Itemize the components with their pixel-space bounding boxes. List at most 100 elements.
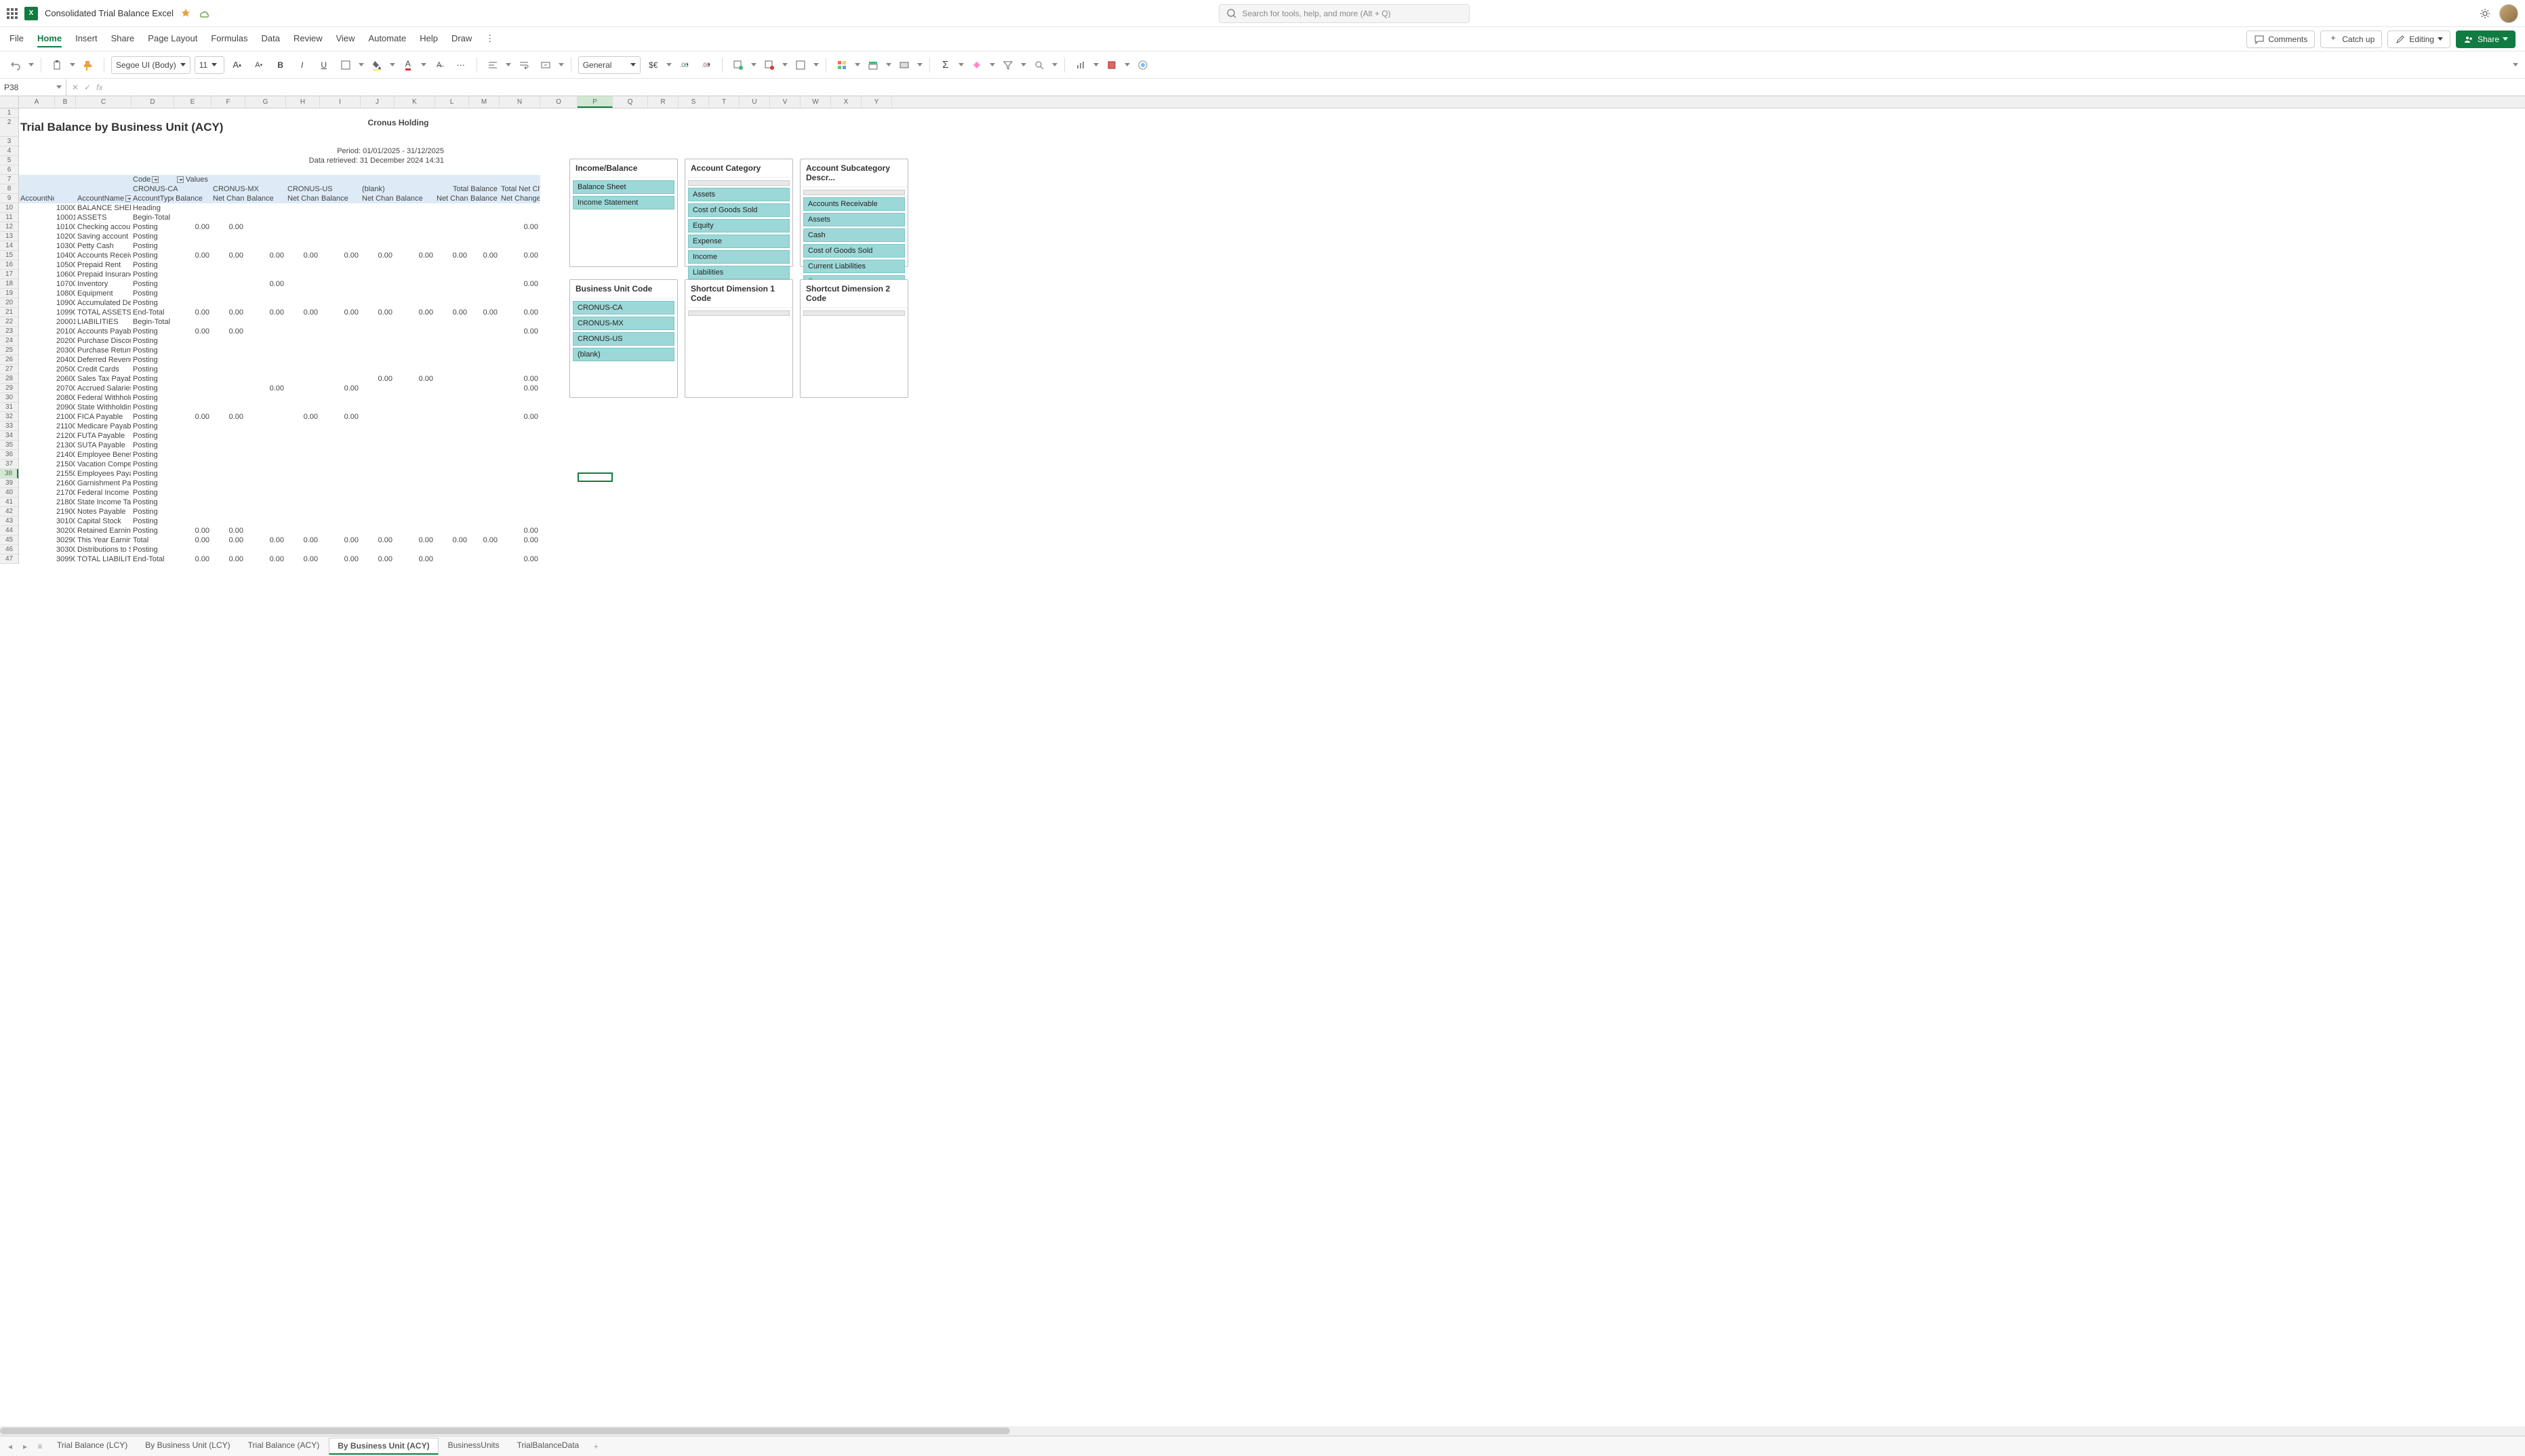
data-cell[interactable]: 0.00 xyxy=(211,526,245,535)
bu-blank[interactable]: (blank) xyxy=(361,184,435,194)
chevron-down-icon[interactable] xyxy=(855,63,860,66)
row-header[interactable]: 6 xyxy=(0,165,18,175)
data-cell[interactable] xyxy=(435,422,469,431)
data-cell[interactable] xyxy=(361,441,395,450)
data-cell[interactable] xyxy=(174,270,211,279)
row-header[interactable]: 17 xyxy=(0,270,18,279)
column-header[interactable]: A xyxy=(19,96,55,108)
data-cell[interactable] xyxy=(435,460,469,469)
data-cell[interactable]: 0.00 xyxy=(320,308,361,317)
data-cell[interactable] xyxy=(286,241,320,251)
slicer-item[interactable]: Cost of Goods Sold xyxy=(688,203,790,217)
data-cell[interactable] xyxy=(211,279,245,289)
data-cell[interactable] xyxy=(361,279,395,289)
cell[interactable] xyxy=(19,213,55,222)
acct-name[interactable]: Petty Cash xyxy=(76,241,132,251)
find-button[interactable] xyxy=(1030,56,1048,74)
data-cell[interactable] xyxy=(435,336,469,346)
row-header[interactable]: 12 xyxy=(0,222,18,232)
data-cell[interactable] xyxy=(320,298,361,308)
acct-name[interactable]: Accounts Payable xyxy=(76,327,132,336)
data-cell[interactable] xyxy=(174,545,211,554)
data-cell[interactable] xyxy=(320,222,361,232)
increase-decimal-button[interactable]: .00 xyxy=(676,56,693,74)
slicer-item[interactable]: Income Statement xyxy=(573,196,674,209)
acct-no[interactable]: 20900 xyxy=(55,403,76,412)
row-header[interactable]: 42 xyxy=(0,507,18,517)
acct-name[interactable]: Federal Income Tax xyxy=(76,488,132,498)
data-cell[interactable] xyxy=(361,498,395,507)
cell[interactable] xyxy=(19,441,55,450)
acct-no[interactable]: 10300 xyxy=(55,241,76,251)
data-cell[interactable] xyxy=(435,260,469,270)
data-cell[interactable] xyxy=(286,365,320,374)
acct-type[interactable]: End-Total xyxy=(132,554,174,564)
data-cell[interactable]: 0.00 xyxy=(435,535,469,545)
data-cell[interactable]: 0.00 xyxy=(435,251,469,260)
data-cell[interactable] xyxy=(286,384,320,393)
acct-name[interactable]: Saving account xyxy=(76,232,132,241)
data-cell[interactable] xyxy=(395,450,435,460)
data-cell[interactable] xyxy=(500,355,540,365)
data-cell[interactable]: 0.00 xyxy=(395,308,435,317)
data-cell[interactable] xyxy=(500,403,540,412)
slicer-item[interactable]: Liabilities xyxy=(688,266,790,279)
data-cell[interactable] xyxy=(245,441,286,450)
chevron-down-icon[interactable] xyxy=(559,63,564,66)
acct-type[interactable]: Posting xyxy=(132,479,174,488)
row-header[interactable]: 2 xyxy=(0,118,18,137)
data-cell[interactable] xyxy=(500,517,540,526)
chevron-down-icon[interactable] xyxy=(958,63,964,66)
autosum-button[interactable]: Σ xyxy=(937,56,954,74)
data-cell[interactable]: 0.00 xyxy=(174,308,211,317)
data-cell[interactable] xyxy=(211,450,245,460)
col-balance[interactable]: Balance xyxy=(245,194,286,203)
data-cell[interactable] xyxy=(211,431,245,441)
data-cell[interactable]: 0.00 xyxy=(500,279,540,289)
add-sheet-button[interactable]: + xyxy=(590,1440,602,1453)
clear-format-button[interactable]: A̶ xyxy=(430,56,448,74)
row-header[interactable]: 47 xyxy=(0,554,18,564)
acct-name[interactable]: Prepaid Insurance xyxy=(76,270,132,279)
ribbon-collapse-icon[interactable] xyxy=(2513,63,2518,66)
data-cell[interactable] xyxy=(469,270,500,279)
acct-no[interactable]: 21550 xyxy=(55,469,76,479)
data-cell[interactable] xyxy=(361,422,395,431)
acct-no[interactable]: 21900 xyxy=(55,507,76,517)
row-header[interactable]: 9 xyxy=(0,194,18,203)
sheet-list-button[interactable]: ≡ xyxy=(34,1440,46,1453)
data-cell[interactable] xyxy=(435,203,469,213)
data-cell[interactable] xyxy=(174,241,211,251)
cell[interactable] xyxy=(19,393,55,403)
data-cell[interactable]: 0.00 xyxy=(320,535,361,545)
data-cell[interactable] xyxy=(320,270,361,279)
wrap-text-button[interactable] xyxy=(515,56,533,74)
data-cell[interactable] xyxy=(435,327,469,336)
data-cell[interactable]: 0.00 xyxy=(211,327,245,336)
data-cell[interactable] xyxy=(211,403,245,412)
acct-name[interactable]: State Withholding P xyxy=(76,403,132,412)
cell[interactable] xyxy=(19,156,222,165)
data-cell[interactable] xyxy=(245,479,286,488)
column-header[interactable]: N xyxy=(500,96,540,108)
data-cell[interactable] xyxy=(320,545,361,554)
paste-button[interactable] xyxy=(48,56,66,74)
acct-no[interactable]: 20300 xyxy=(55,346,76,355)
data-cell[interactable] xyxy=(361,203,395,213)
column-header[interactable]: K xyxy=(395,96,435,108)
data-cell[interactable]: 0.00 xyxy=(211,554,245,564)
chevron-down-icon[interactable] xyxy=(421,63,426,66)
acct-type[interactable]: Posting xyxy=(132,393,174,403)
data-cell[interactable] xyxy=(286,336,320,346)
acct-name[interactable]: Checking account xyxy=(76,222,132,232)
cell[interactable] xyxy=(19,346,55,355)
data-cell[interactable] xyxy=(211,241,245,251)
acct-type[interactable]: Posting xyxy=(132,517,174,526)
row-header[interactable]: 35 xyxy=(0,441,18,450)
slicer-item[interactable] xyxy=(803,190,905,195)
cell[interactable] xyxy=(19,450,55,460)
acct-type[interactable]: Posting xyxy=(132,298,174,308)
data-cell[interactable] xyxy=(361,289,395,298)
column-header[interactable]: W xyxy=(801,96,831,108)
data-cell[interactable] xyxy=(245,374,286,384)
